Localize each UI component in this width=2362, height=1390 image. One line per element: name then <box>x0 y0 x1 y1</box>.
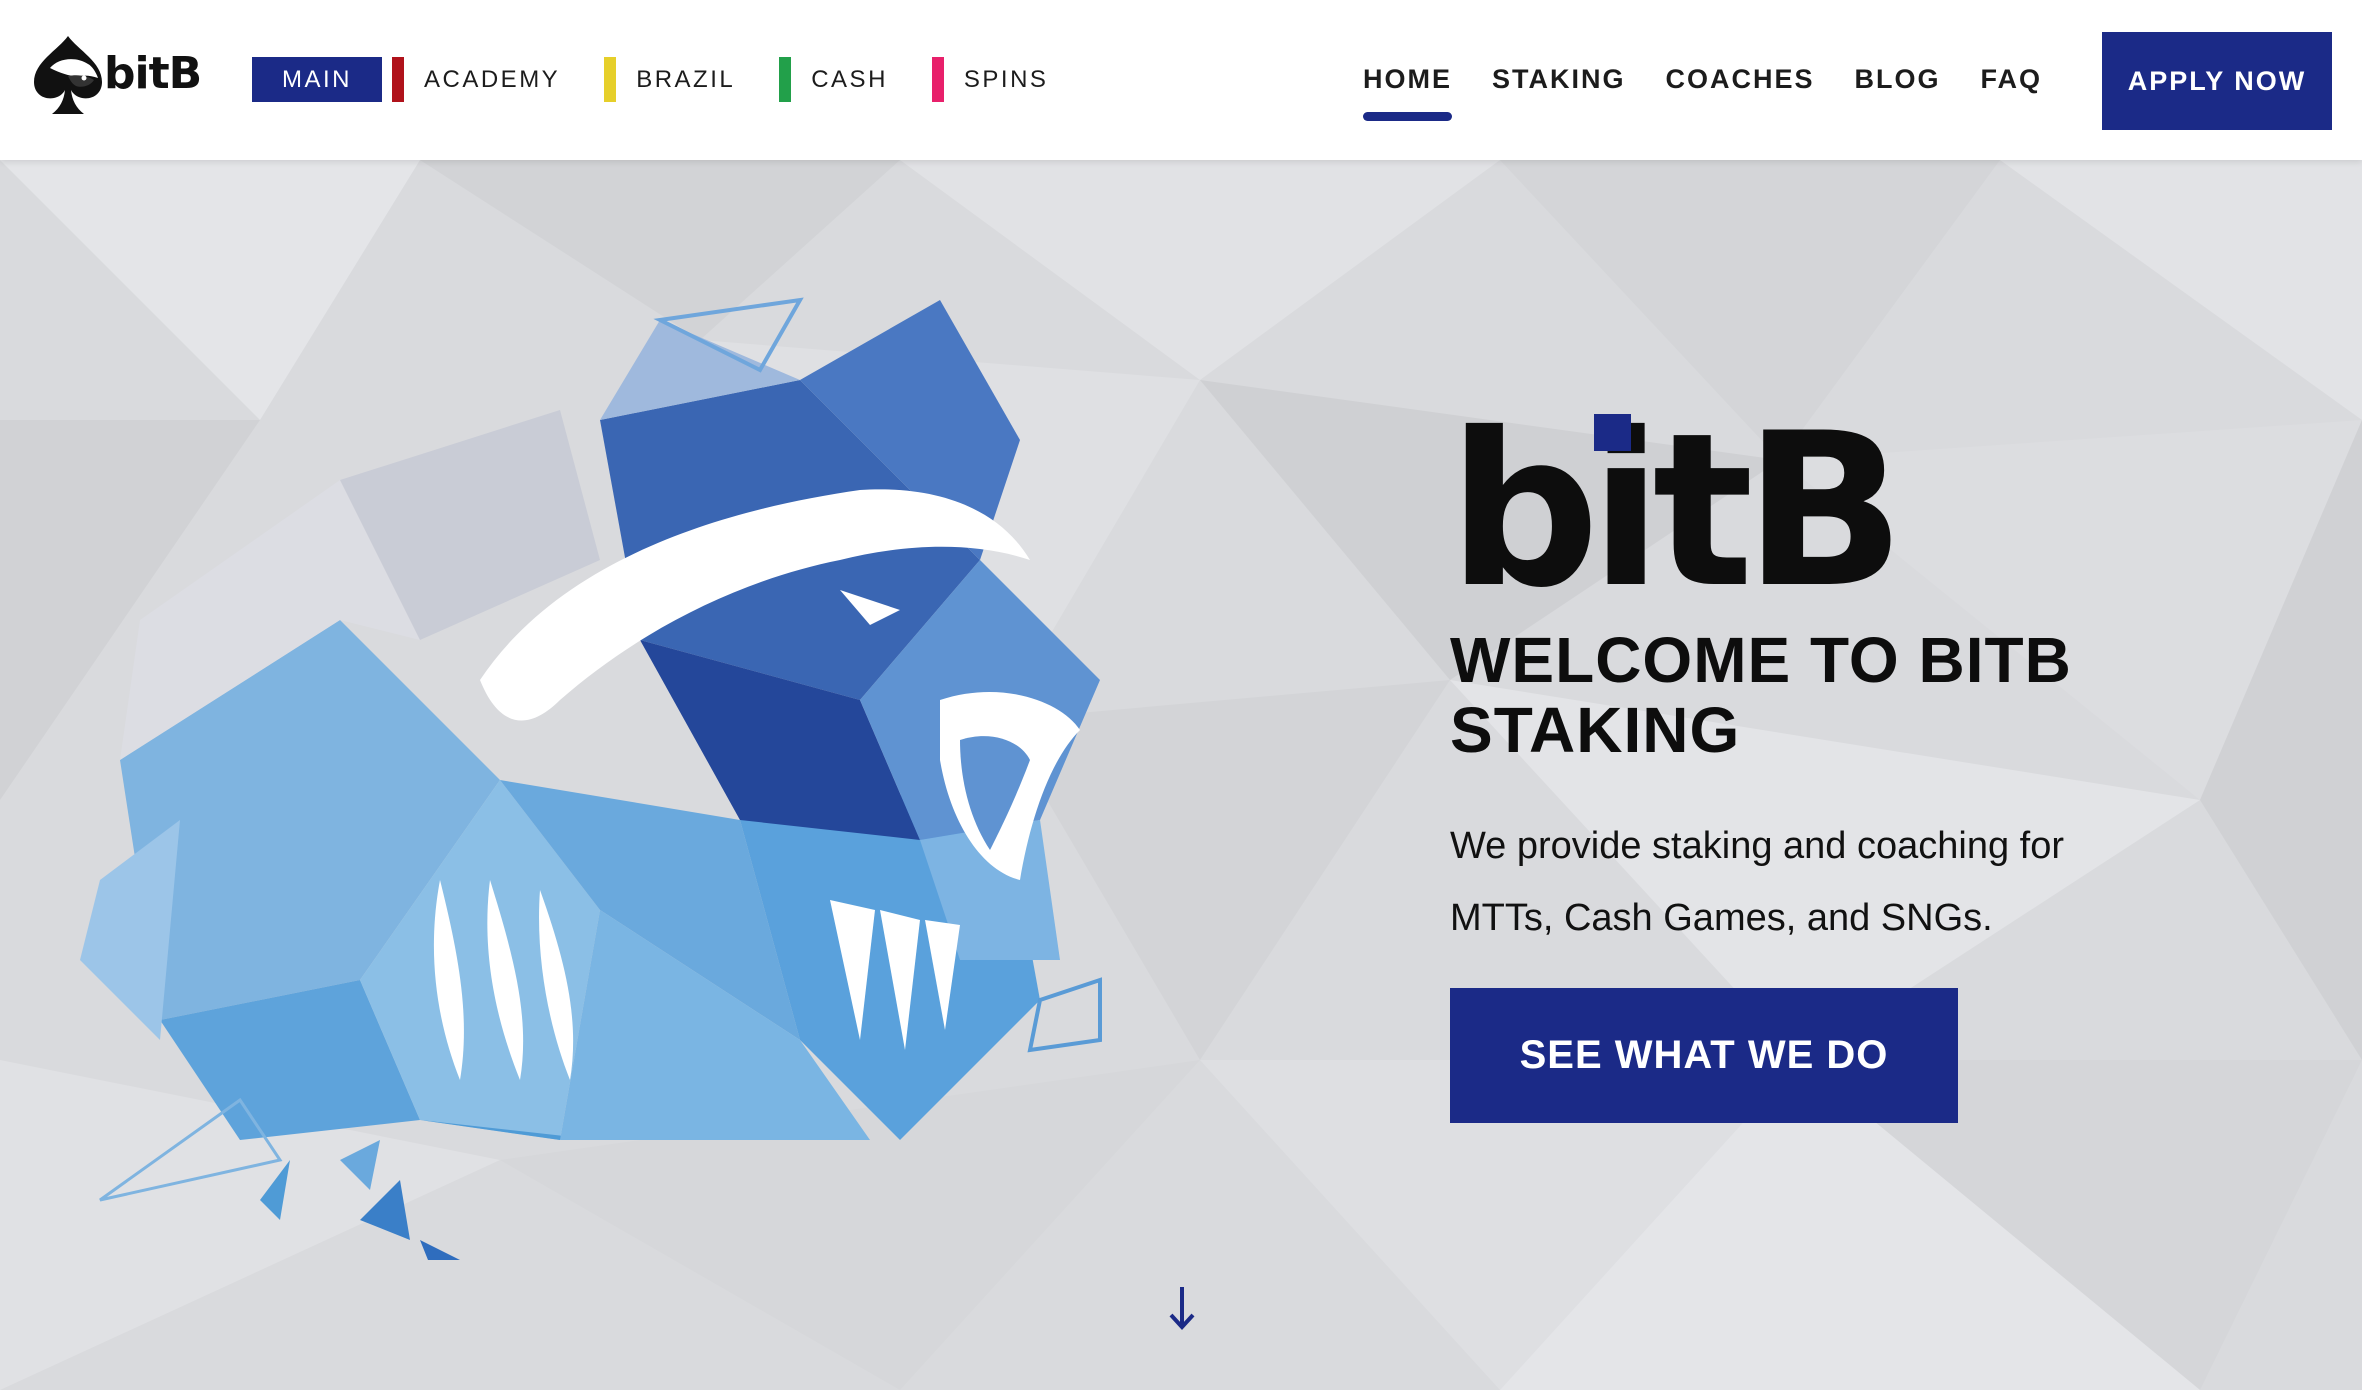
site-tab-label: MAIN <box>282 65 352 93</box>
brazil-color-bar <box>604 57 617 102</box>
nav-blog[interactable]: BLOG <box>1854 64 1940 95</box>
site-tab-label: SPINS <box>963 65 1049 93</box>
wordmark-accent-square <box>1594 414 1631 451</box>
site-tab-cash[interactable]: CASH <box>779 57 932 102</box>
nav-faq[interactable]: FAQ <box>1980 64 2042 95</box>
site-logo[interactable]: bitB <box>28 28 202 118</box>
site-tab-label: ACADEMY <box>424 65 561 93</box>
hero-title: WELCOME TO BITB STAKING <box>1450 624 2072 766</box>
site-tab-academy[interactable]: ACADEMY <box>392 57 604 102</box>
spade-badger-icon <box>34 36 102 114</box>
site-switcher: MAIN ACADEMY BRAZIL CASH SPINS <box>252 57 1092 102</box>
hero-subtitle: We provide staking and coaching for MTTs… <box>1450 825 2064 939</box>
site-tab-spins[interactable]: SPINS <box>931 57 1093 102</box>
site-header: bitB MAIN ACADEMY BRAZIL CASH SPINS HOME… <box>0 0 2362 160</box>
site-tab-main[interactable]: MAIN <box>252 57 382 102</box>
site-tab-brazil[interactable]: BRAZIL <box>604 57 779 102</box>
site-tab-label: BRAZIL <box>636 65 736 93</box>
nav-staking[interactable]: STAKING <box>1492 64 1626 95</box>
cash-color-bar <box>779 57 792 102</box>
honey-badger-mascot <box>80 297 1102 1260</box>
apply-now-button[interactable]: APPLY NOW <box>2102 32 2332 130</box>
academy-color-bar <box>392 57 404 102</box>
arrow-down-icon[interactable] <box>1167 1285 1197 1331</box>
nav-coaches[interactable]: COACHES <box>1665 64 1814 95</box>
nav-home[interactable]: HOME <box>1362 64 1452 121</box>
logo-text: bitB <box>104 47 202 99</box>
hero-wordmark: bitB <box>1448 387 1905 634</box>
hero-section: bitB WELCOME TO BITB STAKING We provide … <box>0 160 2362 1390</box>
site-tab-label: CASH <box>811 65 888 93</box>
see-what-we-do-button[interactable]: SEE WHAT WE DO <box>1450 988 1958 1123</box>
main-nav: HOME STAKING COACHES BLOG FAQ <box>1323 64 2042 121</box>
spins-color-bar <box>931 57 944 102</box>
